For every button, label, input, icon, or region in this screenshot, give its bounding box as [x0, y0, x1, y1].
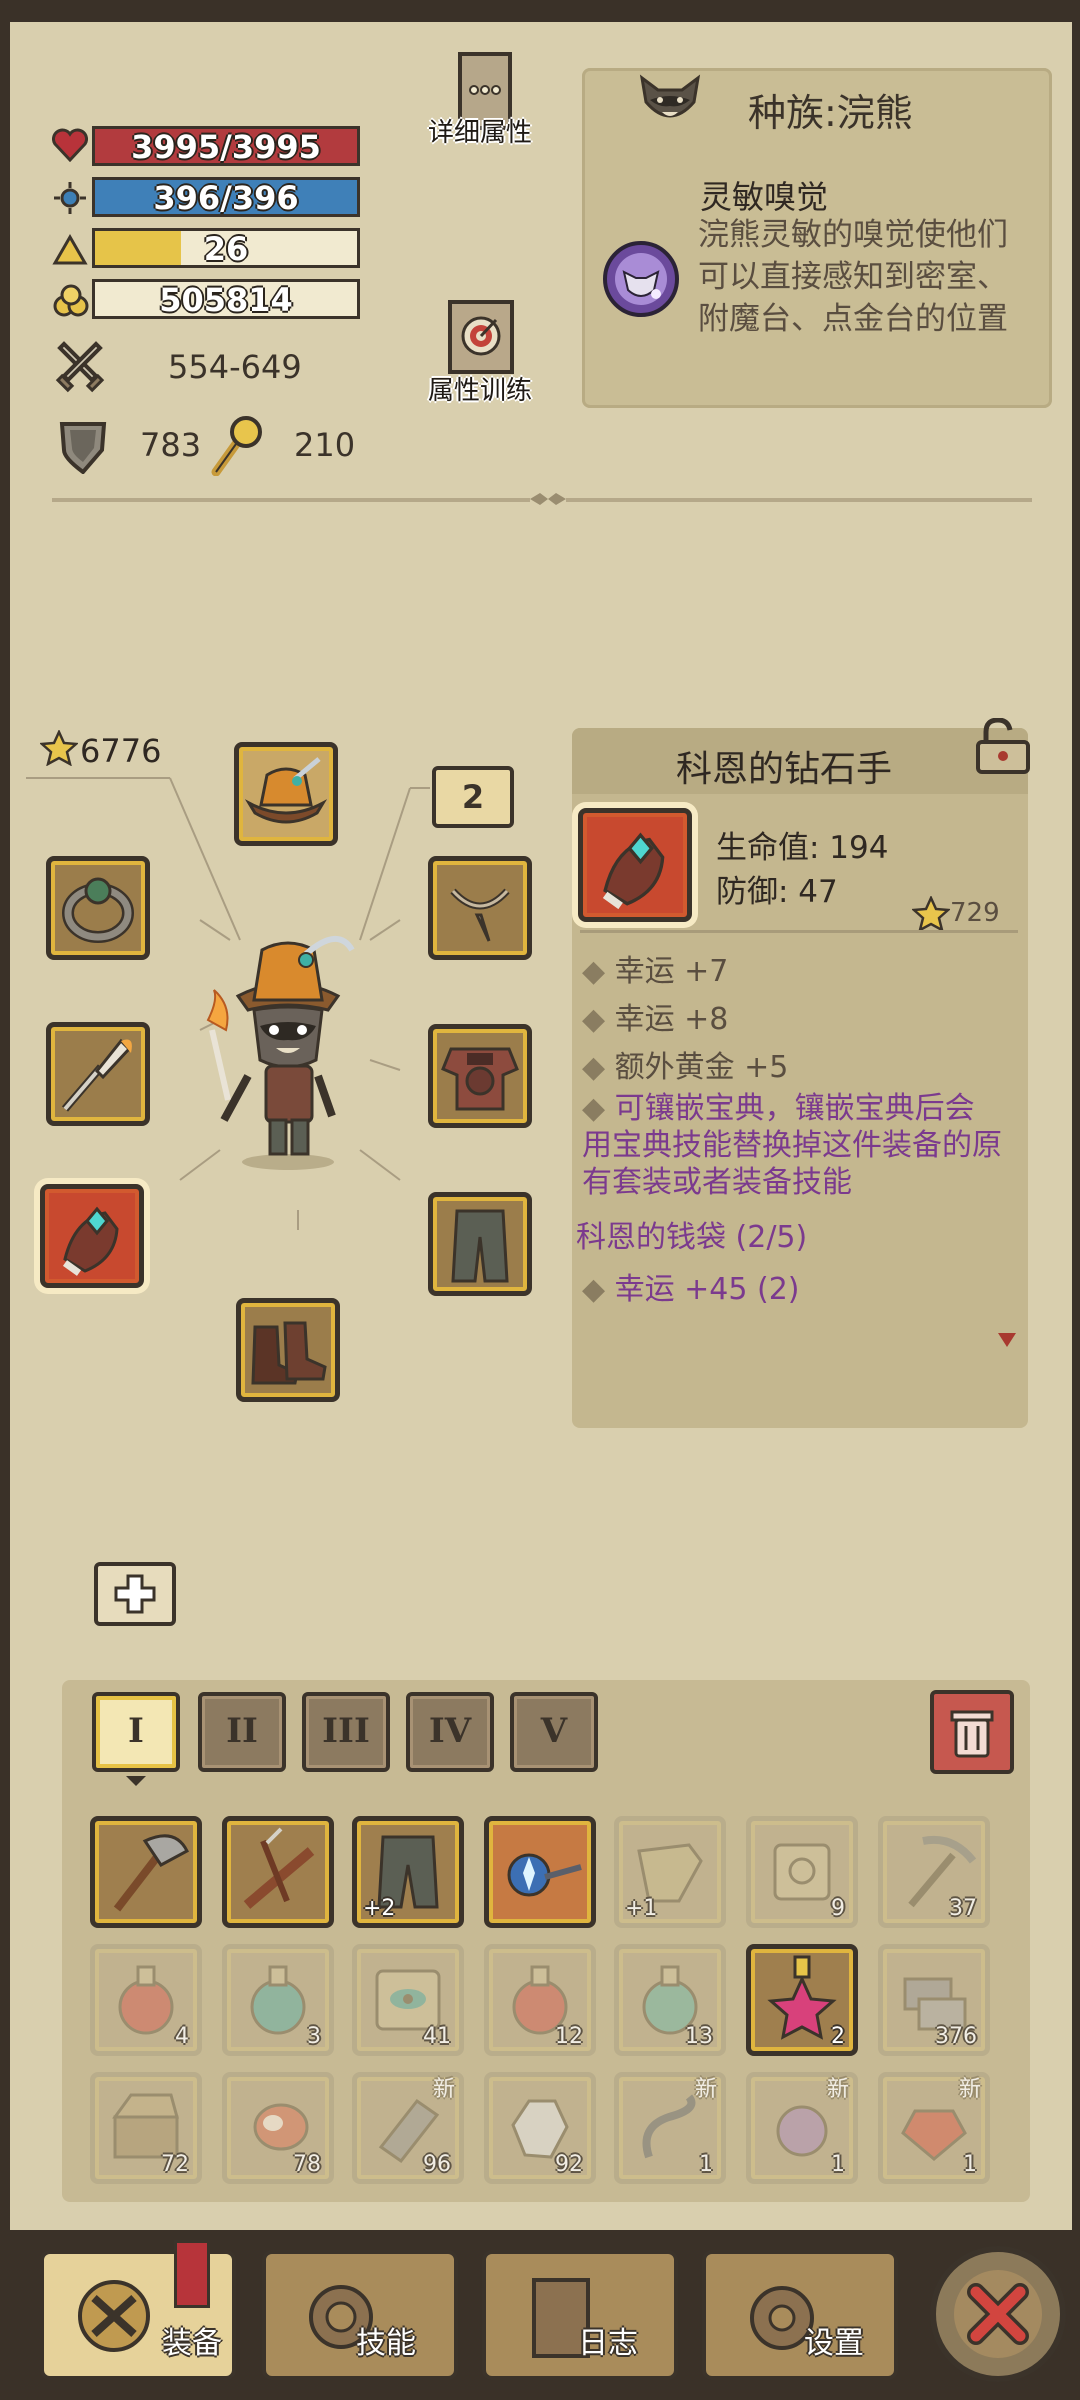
ring-icon — [62, 877, 134, 943]
inventory-item-red-potion[interactable]: 4 — [90, 1944, 202, 2056]
inventory-item-teal-potion[interactable]: 3 — [222, 1944, 334, 2056]
item-name: 科恩的钻石手 — [676, 749, 893, 790]
active-bookmark — [174, 2240, 210, 2308]
trash-button[interactable] — [930, 1690, 1014, 1774]
nav-settings-tab[interactable]: 设置 — [702, 2250, 898, 2380]
hat-icon — [244, 757, 328, 824]
star-icon — [38, 728, 80, 770]
inventory-item-axe[interactable] — [90, 1816, 202, 1928]
unlock-icon[interactable] — [972, 717, 1036, 780]
item-affix-list: ◆ 幸运 +7 ◆ 幸运 +8 ◆ 额外黄金 +5 — [582, 948, 788, 1092]
affix-3: ◆ 额外黄金 +5 — [582, 1050, 789, 1085]
item-divider — [580, 930, 1018, 933]
diamond-glove-icon — [62, 1206, 119, 1276]
pants-icon — [451, 1209, 509, 1283]
inventory-item-meat[interactable]: 78 — [222, 2072, 334, 2184]
inventory-tab-3[interactable]: III — [302, 1692, 390, 1772]
equip-icon — [78, 2280, 150, 2352]
inventory-item-scroll[interactable]: 9 — [746, 1816, 858, 1928]
inventory-tab-1[interactable]: I — [92, 1692, 180, 1772]
inventory-item-rune[interactable]: 96 新 — [352, 2072, 464, 2184]
close-button[interactable] — [930, 2246, 1066, 2382]
equipment-score: 6776 — [80, 732, 162, 770]
inventory-item-orb[interactable]: 1 新 — [746, 2072, 858, 2184]
armor-icon — [441, 1047, 519, 1111]
necklace-slot[interactable] — [428, 856, 532, 960]
necklace-icon — [450, 888, 510, 942]
inventory-item-pants[interactable]: +2 — [352, 1816, 464, 1928]
inventory-item-crossbow[interactable] — [222, 1816, 334, 1928]
inventory-item-magic-staff[interactable] — [484, 1816, 596, 1928]
affix-2: ◆ 幸运 +8 — [582, 1002, 729, 1037]
trash-icon — [950, 1710, 994, 1758]
plus-icon — [114, 1574, 156, 1614]
nav-skills-tab[interactable]: 技能 — [262, 2250, 458, 2380]
armor-slot[interactable] — [428, 1024, 532, 1128]
inventory-item-green-potion[interactable]: 13 — [614, 1944, 726, 2056]
close-icon — [954, 2270, 1042, 2358]
item-score: 729 — [950, 898, 1000, 928]
nav-equip-tab[interactable]: 装备 — [40, 2240, 236, 2380]
inventory-item-crystal[interactable]: 92 — [484, 2072, 596, 2184]
torch-weapon-icon — [61, 1038, 132, 1112]
inventory-item-mask[interactable]: +1 — [614, 1816, 726, 1928]
inventory-item-stone[interactable]: 376 — [878, 1944, 990, 2056]
inventory-tab-5[interactable]: V — [510, 1692, 598, 1772]
nav-log-tab[interactable]: 日志 — [482, 2250, 678, 2380]
item-stat-hp: 生命值: 194 — [716, 830, 889, 866]
hat-slot[interactable] — [234, 742, 338, 846]
raccoon-character — [188, 930, 378, 1170]
crossbow-icon — [243, 1827, 315, 1909]
scroll-down-icon[interactable] — [998, 1332, 1016, 1351]
inventory-item-chest[interactable]: 72 — [90, 2072, 202, 2184]
inventory-tab-2[interactable]: II — [198, 1692, 286, 1772]
inventory-item-pickaxe[interactable]: 37 — [878, 1816, 990, 1928]
magic-staff-icon — [507, 1853, 582, 1897]
weapon-slot[interactable] — [46, 1022, 150, 1126]
expand-button[interactable] — [94, 1562, 176, 1626]
inventory-item-hook[interactable]: 1 新 — [614, 2072, 726, 2184]
set-name: 科恩的钱袋 (2/5) — [576, 1220, 808, 1255]
set-bonus: ◆ 幸运 +45 (2) — [582, 1272, 800, 1307]
boots-slot[interactable] — [236, 1298, 340, 1402]
inventory-tab-4[interactable]: IV — [406, 1692, 494, 1772]
ring-slot[interactable] — [46, 856, 150, 960]
active-tab-pointer — [126, 1776, 146, 1786]
axe-icon — [113, 1834, 189, 1912]
item-preview — [578, 808, 692, 922]
inventory-item-red-potion-2[interactable]: 12 — [484, 1944, 596, 2056]
inventory-item-gem[interactable]: 1 新 — [878, 2072, 990, 2184]
glove-slot-selected[interactable] — [40, 1184, 144, 1288]
item-stat-defense: 防御: 47 — [716, 874, 838, 910]
affix-1: ◆ 幸运 +7 — [582, 954, 729, 989]
boots-icon — [251, 1321, 327, 1385]
inventory-item-star-potion[interactable]: 2 — [746, 1944, 858, 2056]
diamond-glove-preview-icon — [602, 832, 665, 910]
inventory-item-eye-scroll[interactable]: 41 — [352, 1944, 464, 2056]
socket-note: ◆ 可镶嵌宝典，镶嵌宝典后会用宝典技能替换掉这件装备的原有套装或者装备技能 — [582, 1091, 1002, 1200]
bonus-slot-count[interactable]: 2 — [432, 766, 514, 828]
pants-slot[interactable] — [428, 1192, 532, 1296]
